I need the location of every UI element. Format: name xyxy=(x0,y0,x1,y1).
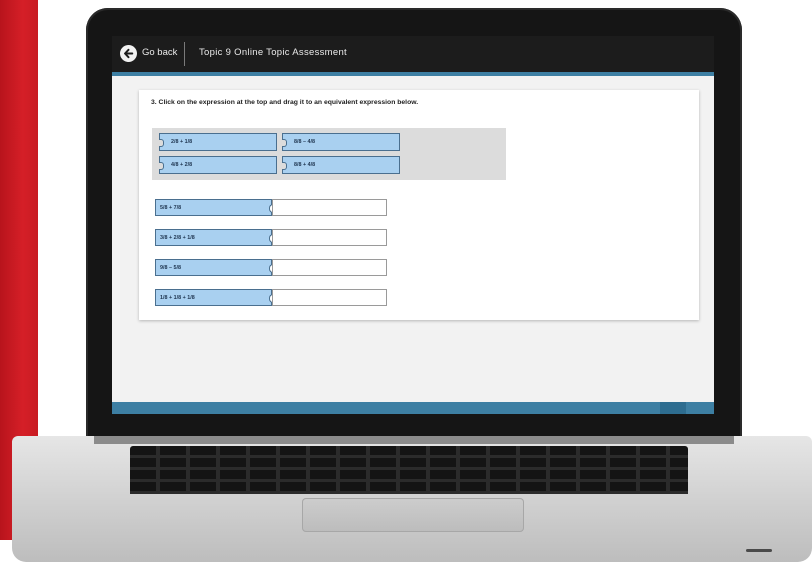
trackpad xyxy=(302,498,524,532)
target-expression: 1/8 + 1/8 + 1/8 xyxy=(155,289,275,306)
drop-zone[interactable] xyxy=(272,259,387,276)
target-expression: 5/8 + 7/8 xyxy=(155,199,275,216)
source-tile[interactable]: 2/8 + 1/8 xyxy=(159,133,277,151)
source-tile[interactable]: 4/8 + 2/8 xyxy=(159,156,277,174)
footer-nav-button[interactable] xyxy=(660,402,686,414)
content-area: 3. Click on the expression at the top an… xyxy=(112,76,714,402)
laptop-hinge xyxy=(94,436,734,444)
keyboard xyxy=(130,446,688,494)
question-prompt: 3. Click on the expression at the top an… xyxy=(151,99,419,106)
source-tile[interactable]: 8/8 + 4/8 xyxy=(282,156,400,174)
app-screen: Go back Topic 9 Online Topic Assessment … xyxy=(112,36,714,414)
header-divider xyxy=(184,42,185,66)
footer-bar xyxy=(112,402,714,414)
question-card: 3. Click on the expression at the top an… xyxy=(139,90,699,320)
go-back-button[interactable]: Go back xyxy=(142,47,177,58)
status-light xyxy=(746,549,772,552)
top-bar: Go back Topic 9 Online Topic Assessment xyxy=(112,36,714,76)
target-expression: 3/8 + 2/8 + 1/8 xyxy=(155,229,275,246)
drop-zone[interactable] xyxy=(272,229,387,246)
back-arrow-icon[interactable] xyxy=(120,45,137,62)
page-title: Topic 9 Online Topic Assessment xyxy=(199,47,348,58)
drop-zone[interactable] xyxy=(272,199,387,216)
target-expression: 9/8 – 5/8 xyxy=(155,259,275,276)
source-tile[interactable]: 8/8 – 4/8 xyxy=(282,133,400,151)
drop-zone[interactable] xyxy=(272,289,387,306)
source-tray: 2/8 + 1/8 8/8 – 4/8 4/8 + 2/8 8/8 + 4/8 xyxy=(152,128,506,180)
